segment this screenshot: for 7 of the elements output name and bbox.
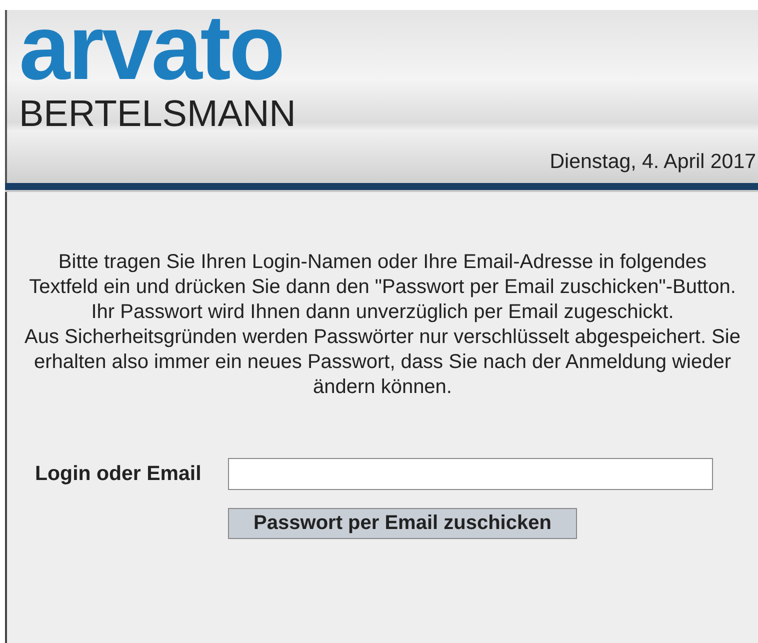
logo-name: arvato [19, 10, 284, 86]
logo-company: BERTELSMANN [19, 94, 297, 134]
send-password-button[interactable]: Passwort per Email zuschicken [228, 508, 577, 539]
instructions-text: Bitte tragen Sie Ihren Login-Namen oder Ihre Email-Adresse in folgendes Textfeld ein und drücken Sie dann den "Passwort per Email zuschicken"-Button. Ihr Passwort wird Ihnen dann unverzüglich per Email zugeschickt. Aus Sicherheitsgründen werden Passwörter nur verschlüsselt abgespeichert. Sie erhalten also immer ein neues Passwort, dass Sie nach der Anmeldung wieder ändern können. [24, 250, 742, 400]
date-text: Dienstag, 4. April 2017 [550, 150, 756, 174]
login-input-field[interactable] [228, 458, 713, 490]
login-label: Login oder Email [35, 462, 202, 486]
